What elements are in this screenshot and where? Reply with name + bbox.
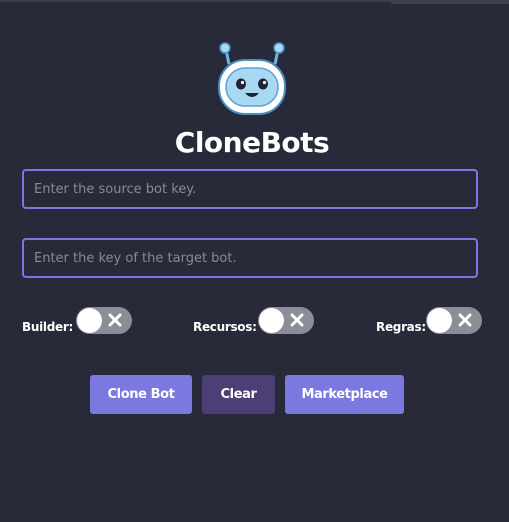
recursos-toggle-label: Recursos:	[193, 320, 257, 334]
builder-toggle[interactable]	[76, 307, 132, 334]
clear-button[interactable]: Clear	[202, 375, 275, 414]
regras-toggle-label: Regras:	[376, 320, 426, 334]
target-bot-key-input[interactable]	[22, 238, 478, 278]
marketplace-button[interactable]: Marketplace	[285, 375, 404, 414]
app-title: CloneBots	[174, 126, 330, 159]
toggle-knob	[77, 308, 102, 333]
clonebots-app: CloneBots Builder: Recursos: Regras: Clo…	[0, 0, 509, 522]
close-icon	[290, 313, 304, 327]
clone-bot-button[interactable]: Clone Bot	[90, 375, 192, 414]
close-icon	[458, 313, 472, 327]
regras-toggle[interactable]	[426, 307, 482, 334]
toggle-knob	[427, 308, 452, 333]
toggle-knob	[259, 308, 284, 333]
source-bot-key-input[interactable]	[22, 169, 478, 209]
window-top-strip	[391, 0, 509, 4]
recursos-toggle[interactable]	[258, 307, 314, 334]
close-icon	[108, 313, 122, 327]
builder-toggle-label: Builder:	[22, 320, 73, 334]
robot-icon	[218, 42, 286, 115]
